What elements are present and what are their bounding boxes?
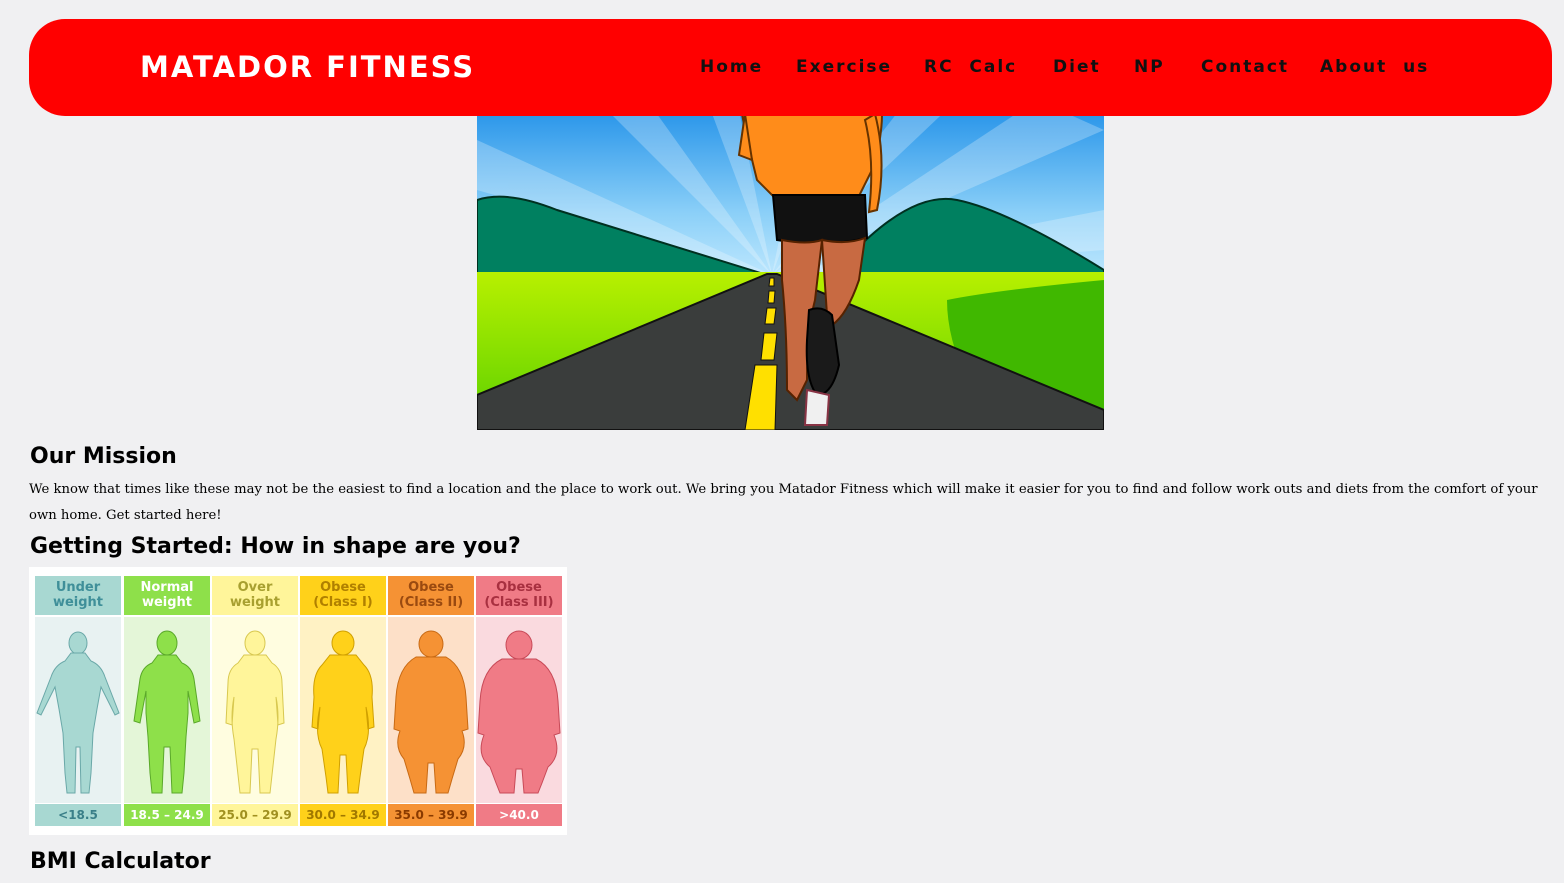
nav-link-diet[interactable]: Diet xyxy=(1053,57,1101,77)
bmi-category-line2: (Class II) xyxy=(398,595,464,610)
bmi-column-underweight: Under weight <18.5 xyxy=(35,576,121,827)
bmi-range-label: 25.0 – 29.9 xyxy=(212,804,298,826)
bmi-category-label: Under weight xyxy=(35,576,121,615)
site-header-navbar: MATADOR FITNESS Home Exercise RC Calc Di… xyxy=(29,19,1552,116)
site-brand-logo[interactable]: MATADOR FITNESS xyxy=(140,50,475,84)
nav-link-np[interactable]: NP xyxy=(1134,57,1165,77)
bmi-category-line1: Obese xyxy=(320,580,366,595)
bmi-category-line1: Obese xyxy=(408,580,454,595)
bmi-category-line1: Over xyxy=(237,580,273,595)
bmi-category-line2: weight xyxy=(52,595,104,610)
bmi-category-line1: Normal xyxy=(140,580,194,595)
bmi-calculator-heading: BMI Calculator xyxy=(30,849,211,874)
hero-runner-image xyxy=(476,100,1105,431)
body-silhouette-icon xyxy=(133,630,201,794)
bmi-column-overweight: Over weight 25.0 – 29.9 xyxy=(212,576,298,827)
bmi-category-label: Obese (Class I) xyxy=(300,576,386,615)
nav-link-about-us[interactable]: About us xyxy=(1320,57,1429,77)
bmi-range-label: >40.0 xyxy=(476,804,562,826)
bmi-range-label: 30.0 – 34.9 xyxy=(300,804,386,826)
bmi-figure-panel xyxy=(388,617,474,803)
body-silhouette-icon xyxy=(225,630,285,794)
bmi-category-line2: (Class I) xyxy=(313,595,373,610)
bmi-range-label: 18.5 – 24.9 xyxy=(124,804,210,826)
bmi-category-line2: (Class III) xyxy=(484,595,554,610)
bmi-column-normal-weight: Normal weight 18.5 – 24.9 xyxy=(124,576,210,827)
bmi-category-label: Over weight xyxy=(212,576,298,615)
mission-text: We know that times like these may not be… xyxy=(29,482,1538,523)
bmi-figure-panel xyxy=(300,617,386,803)
bmi-figure-panel xyxy=(476,617,562,803)
body-silhouette-icon xyxy=(393,630,469,794)
nav-link-rc-calc[interactable]: RC Calc xyxy=(924,57,1017,77)
mission-heading: Our Mission xyxy=(30,444,177,469)
nav-link-home[interactable]: Home xyxy=(700,57,763,77)
body-silhouette-icon xyxy=(36,631,120,794)
bmi-category-line1: Obese xyxy=(496,580,542,595)
body-silhouette-icon xyxy=(477,630,561,794)
bmi-category-line1: Under xyxy=(55,580,101,595)
bmi-category-chart: Under weight <18.5 Normal weight 18.5 – … xyxy=(29,567,567,835)
bmi-range-label: 35.0 – 39.9 xyxy=(388,804,474,826)
nav-link-exercise[interactable]: Exercise xyxy=(796,57,892,77)
bmi-category-label: Obese (Class III) xyxy=(476,576,562,615)
bmi-category-label: Normal weight xyxy=(124,576,210,615)
bmi-column-obese-class-1: Obese (Class I) 30.0 – 34.9 xyxy=(300,576,386,827)
bmi-range-label: <18.5 xyxy=(35,804,121,826)
bmi-category-line2: weight xyxy=(141,595,193,610)
bmi-figure-panel xyxy=(124,617,210,803)
bmi-category-label: Obese (Class II) xyxy=(388,576,474,615)
bmi-figure-panel xyxy=(212,617,298,803)
nav-link-contact[interactable]: Contact xyxy=(1201,57,1289,77)
bmi-column-obese-class-3: Obese (Class III) >40.0 xyxy=(476,576,562,827)
getting-started-heading: Getting Started: How in shape are you? xyxy=(30,534,521,559)
bmi-figure-panel xyxy=(35,617,121,803)
body-silhouette-icon xyxy=(311,630,375,794)
bmi-category-line2: weight xyxy=(229,595,281,610)
bmi-column-obese-class-2: Obese (Class II) 35.0 – 39.9 xyxy=(388,576,474,827)
runner-on-road-illustration-icon xyxy=(476,100,1105,431)
